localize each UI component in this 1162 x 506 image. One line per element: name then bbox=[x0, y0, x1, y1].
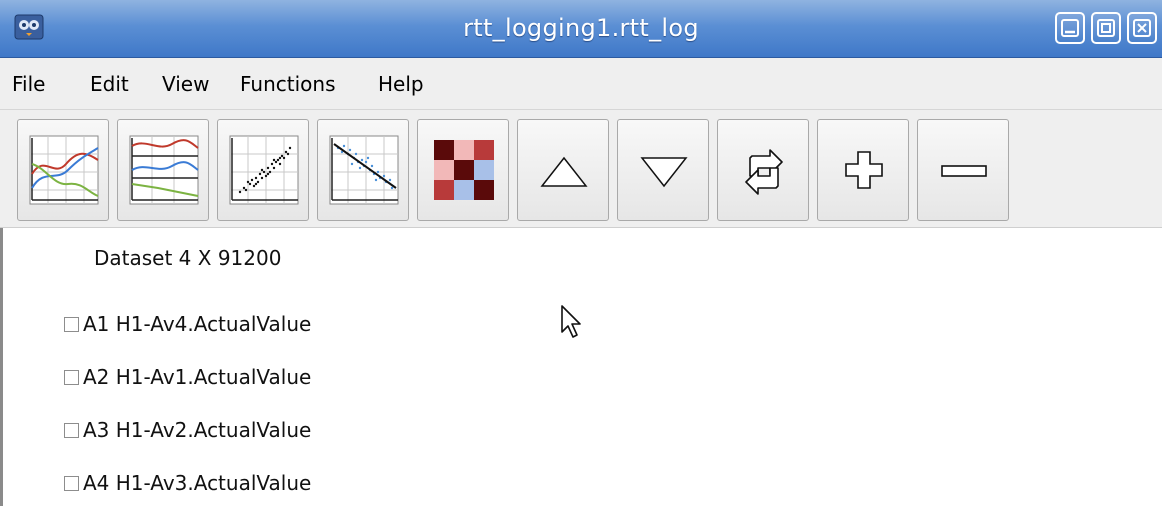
remove-button[interactable] bbox=[917, 119, 1009, 221]
signal-checkbox-a3[interactable]: A3 H1-Av2.ActualValue bbox=[64, 418, 384, 444]
menu-view[interactable]: View bbox=[162, 72, 209, 96]
minimize-icon bbox=[1061, 19, 1079, 37]
signal-label: A2 H1-Av1.ActualValue bbox=[83, 365, 312, 389]
menu-help[interactable]: Help bbox=[378, 72, 424, 96]
menu-edit[interactable]: Edit bbox=[90, 72, 129, 96]
signal-checkbox-a1[interactable]: A1 H1-Av4.ActualValue bbox=[64, 312, 384, 338]
menu-file[interactable]: File bbox=[12, 72, 45, 96]
close-button[interactable] bbox=[1127, 12, 1157, 44]
regression-scatter-icon bbox=[329, 135, 399, 205]
overlay-line-chart-button[interactable] bbox=[17, 119, 109, 221]
add-button[interactable] bbox=[817, 119, 909, 221]
maximize-icon bbox=[1097, 19, 1115, 37]
scatter-plot-button[interactable] bbox=[217, 119, 309, 221]
signal-checkbox-a4[interactable]: A4 H1-Av3.ActualValue bbox=[64, 471, 384, 497]
menu-bar: File Edit View Functions Help bbox=[0, 58, 1162, 110]
signal-checkbox-a2[interactable]: A2 H1-Av1.ActualValue bbox=[64, 365, 384, 391]
signal-label: A3 H1-Av2.ActualValue bbox=[83, 418, 312, 442]
overlay-line-chart-icon bbox=[29, 135, 99, 205]
menu-functions[interactable]: Functions bbox=[240, 72, 336, 96]
stacked-line-charts-icon bbox=[129, 135, 199, 205]
window-title: rtt_logging1.rtt_log bbox=[463, 14, 699, 42]
mouse-cursor-icon bbox=[560, 304, 584, 344]
refresh-icon bbox=[745, 149, 783, 195]
add-icon bbox=[845, 151, 883, 189]
move-down-icon bbox=[640, 157, 688, 188]
scatter-plot-icon bbox=[229, 135, 299, 205]
regression-scatter-button[interactable] bbox=[317, 119, 409, 221]
refresh-button[interactable] bbox=[717, 119, 809, 221]
maximize-button[interactable] bbox=[1091, 12, 1121, 44]
remove-icon bbox=[941, 165, 987, 177]
checkbox-icon[interactable] bbox=[64, 317, 79, 332]
signal-label: A1 H1-Av4.ActualValue bbox=[83, 312, 312, 336]
left-border bbox=[0, 228, 3, 506]
checkbox-icon[interactable] bbox=[64, 476, 79, 491]
correlation-matrix-button[interactable] bbox=[417, 119, 509, 221]
title-bar[interactable]: rtt_logging1.rtt_log bbox=[0, 0, 1162, 58]
signal-label: A4 H1-Av3.ActualValue bbox=[83, 471, 312, 495]
toolbar bbox=[0, 110, 1162, 228]
dataset-label: Dataset 4 X 91200 bbox=[94, 246, 282, 270]
move-up-button[interactable] bbox=[517, 119, 609, 221]
close-icon bbox=[1133, 19, 1151, 37]
move-up-icon bbox=[540, 156, 588, 187]
checkbox-icon[interactable] bbox=[64, 370, 79, 385]
checkbox-icon[interactable] bbox=[64, 423, 79, 438]
move-down-button[interactable] bbox=[617, 119, 709, 221]
minimize-button[interactable] bbox=[1055, 12, 1085, 44]
stacked-line-charts-button[interactable] bbox=[117, 119, 209, 221]
correlation-matrix-icon bbox=[434, 140, 494, 200]
